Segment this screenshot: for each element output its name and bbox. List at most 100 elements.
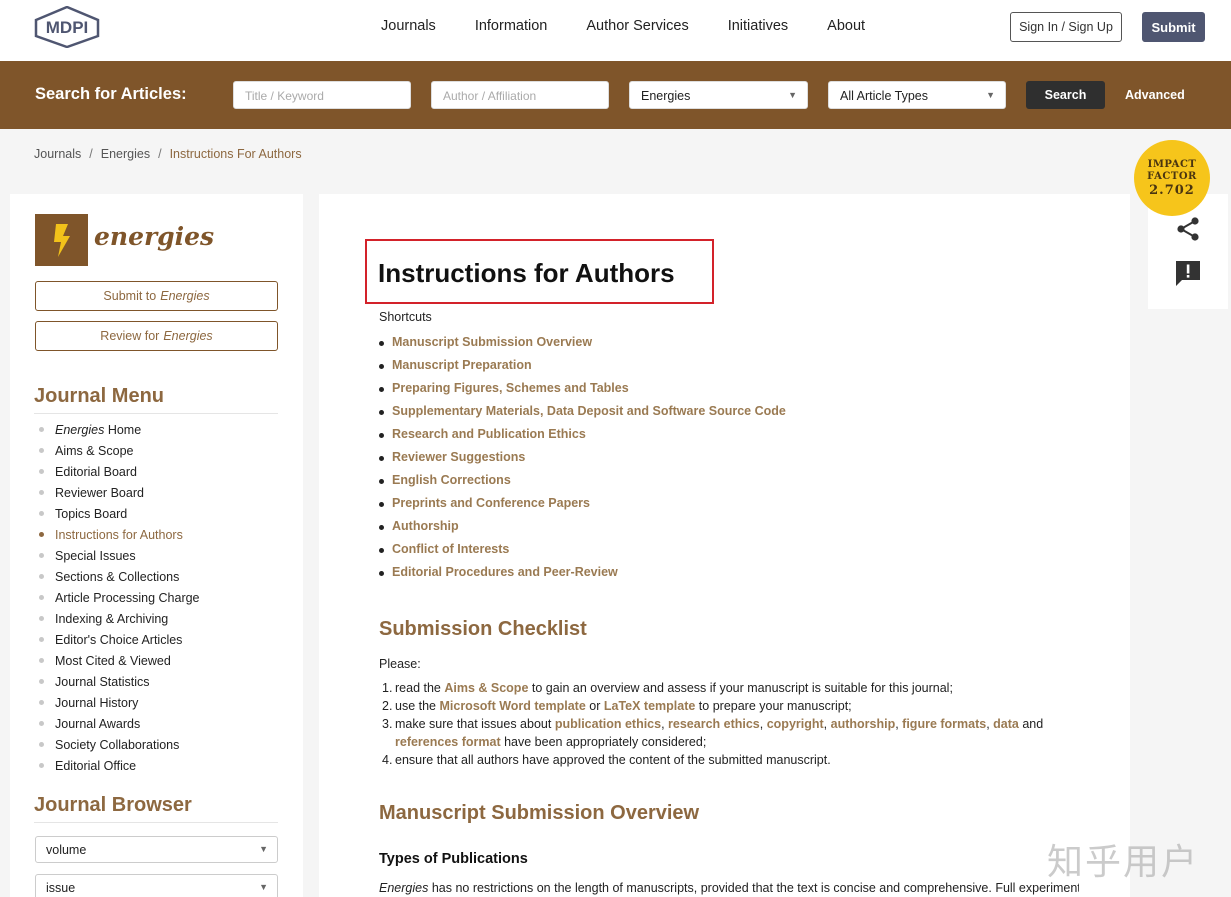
nav-initiatives[interactable]: Initiatives <box>728 18 788 34</box>
share-icon[interactable] <box>1175 216 1201 242</box>
checklist-item: 2. use the Microsoft Word template or LaT… <box>379 697 1079 715</box>
journal-menu-item[interactable]: Reviewer Board <box>38 484 200 505</box>
manuscript-submission-overview-heading: Manuscript Submission Overview <box>379 802 700 824</box>
journal-menu-item-label: Journal Statistics <box>55 675 150 689</box>
submission-checklist-heading: Submission Checklist <box>379 618 587 640</box>
volume-select[interactable]: volume ▼ <box>35 836 278 863</box>
page-title: Instructions for Authors <box>378 258 675 288</box>
journal-menu-item-label: Editorial Board <box>55 465 137 479</box>
nav-about[interactable]: About <box>827 18 865 34</box>
article-type-select[interactable]: All Article Types ▼ <box>828 81 1006 109</box>
journal-select-value: Energies <box>641 89 691 103</box>
breadcrumb-current[interactable]: Instructions For Authors <box>170 147 302 161</box>
journal-menu-item[interactable]: Topics Board <box>38 505 200 526</box>
search-button[interactable]: Search <box>1026 81 1105 109</box>
journal-select[interactable]: Energies ▼ <box>629 81 808 109</box>
checklist-link[interactable]: Aims & Scope <box>444 681 528 695</box>
journal-menu-item[interactable]: Energies Home <box>38 421 200 442</box>
checklist-link[interactable]: copyright <box>767 717 824 731</box>
search-label: Search for Articles: <box>35 85 187 103</box>
issue-select[interactable]: issue ▼ <box>35 874 278 897</box>
checklist-link[interactable]: Microsoft Word template <box>439 699 585 713</box>
journal-menu-item[interactable]: Journal Awards <box>38 715 200 736</box>
nav-author-services[interactable]: Author Services <box>586 18 688 34</box>
journal-menu-item[interactable]: Most Cited & Viewed <box>38 652 200 673</box>
journal-menu-item[interactable]: Aims & Scope <box>38 442 200 463</box>
journal-menu-item[interactable]: Journal Statistics <box>38 673 200 694</box>
chevron-down-icon: ▼ <box>986 90 995 100</box>
checklist-text: to gain an overview and assess if your m… <box>528 681 953 695</box>
divider <box>34 822 278 823</box>
nav-journals[interactable]: Journals <box>381 18 436 34</box>
checklist-link[interactable]: authorship <box>831 717 896 731</box>
shortcut-link[interactable]: English Corrections <box>379 473 786 496</box>
submit-button[interactable]: Submit <box>1142 12 1205 42</box>
journal-browser-heading: Journal Browser <box>34 794 192 816</box>
breadcrumb-energies[interactable]: Energies <box>101 147 150 161</box>
author-affiliation-input[interactable]: Author / Affiliation <box>431 81 609 109</box>
chevron-down-icon: ▼ <box>259 882 268 892</box>
journal-menu-item-label: Journal Awards <box>55 717 141 731</box>
breadcrumb-separator: / <box>158 147 162 161</box>
journal-menu-item[interactable]: Article Processing Charge <box>38 589 200 610</box>
advanced-search-link[interactable]: Advanced <box>1125 88 1185 102</box>
checklist-link[interactable]: references format <box>395 735 501 749</box>
journal-menu-item[interactable]: Editor's Choice Articles <box>38 631 200 652</box>
journal-menu-item[interactable]: Sections & Collections <box>38 568 200 589</box>
checklist-link[interactable]: LaTeX template <box>604 699 695 713</box>
checklist-text: , <box>661 717 669 731</box>
impact-factor-badge[interactable]: IMPACT FACTOR 2.702 <box>1134 140 1210 216</box>
checklist-link[interactable]: figure formats <box>902 717 986 731</box>
impact-line2: FACTOR <box>1147 170 1197 182</box>
nav-information[interactable]: Information <box>475 18 548 34</box>
journal-menu-item[interactable]: Society Collaborations <box>38 736 200 757</box>
chevron-down-icon: ▼ <box>259 844 268 854</box>
shortcut-link[interactable]: Authorship <box>379 519 786 542</box>
shortcut-link[interactable]: Supplementary Materials, Data Deposit an… <box>379 404 786 427</box>
energies-journal-logo[interactable] <box>35 214 88 266</box>
checklist-text: to prepare your manuscript; <box>695 699 852 713</box>
svg-text:MDPI: MDPI <box>46 18 89 37</box>
submission-checklist: 1. read the Aims & Scope to gain an overv… <box>379 679 1079 769</box>
shortcut-link[interactable]: Research and Publication Ethics <box>379 427 786 450</box>
feedback-icon[interactable] <box>1175 260 1201 288</box>
journal-menu-item[interactable]: Journal History <box>38 694 200 715</box>
publication-types-text: Energies has no restrictions on the leng… <box>379 881 1079 895</box>
journal-menu-item-label: Indexing & Archiving <box>55 612 169 626</box>
checklist-item: 1. read the Aims & Scope to gain an overv… <box>379 679 1079 697</box>
shortcut-link[interactable]: Manuscript Preparation <box>379 358 786 381</box>
mdpi-logo[interactable]: MDPI <box>34 6 100 48</box>
journal-menu-heading: Journal Menu <box>34 385 165 407</box>
sign-in-button[interactable]: Sign In / Sign Up <box>1010 12 1122 42</box>
journal-italic: Energies <box>379 881 429 895</box>
checklist-text: read the <box>395 681 445 695</box>
title-keyword-input[interactable]: Title / Keyword <box>233 81 411 109</box>
shortcut-link[interactable]: Reviewer Suggestions <box>379 450 786 473</box>
journal-menu-item[interactable]: Editorial Board <box>38 463 200 484</box>
checklist-link[interactable]: research ethics <box>668 717 760 731</box>
submit-to-journal-button[interactable]: Submit to Energies <box>35 281 278 311</box>
journal-menu-item-label: Aims & Scope <box>55 444 134 458</box>
shortcut-link[interactable]: Preprints and Conference Papers <box>379 496 786 519</box>
journal-menu-item-label: Topics Board <box>55 507 128 521</box>
types-of-publications-heading: Types of Publications <box>379 851 528 867</box>
shortcuts-list: Manuscript Submission Overview Manuscript… <box>379 335 786 588</box>
journal-menu-item[interactable]: Editorial Office <box>38 757 200 778</box>
journal-menu-item[interactable]: Instructions for Authors <box>38 526 200 547</box>
journal-menu-item-label: Editor's Choice Articles <box>55 633 183 647</box>
breadcrumb-journals[interactable]: Journals <box>34 147 81 161</box>
journal-menu-item[interactable]: Special Issues <box>38 547 200 568</box>
review-for-journal: Energies <box>163 329 213 343</box>
shortcut-link[interactable]: Preparing Figures, Schemes and Tables <box>379 381 786 404</box>
shortcut-link[interactable]: Conflict of Interests <box>379 542 786 565</box>
checklist-link[interactable]: publication ethics <box>555 717 661 731</box>
shortcut-link[interactable]: Editorial Procedures and Peer-Review <box>379 565 786 588</box>
review-for-label: Review for <box>100 329 160 343</box>
publication-types-body: has no restrictions on the length of man… <box>428 881 1079 895</box>
submit-to-label: Submit to <box>103 289 157 303</box>
checklist-link[interactable]: data <box>993 717 1019 731</box>
journal-name[interactable]: energies <box>94 222 214 251</box>
shortcut-link[interactable]: Manuscript Submission Overview <box>379 335 786 358</box>
review-for-journal-button[interactable]: Review for Energies <box>35 321 278 351</box>
journal-menu-item[interactable]: Indexing & Archiving <box>38 610 200 631</box>
